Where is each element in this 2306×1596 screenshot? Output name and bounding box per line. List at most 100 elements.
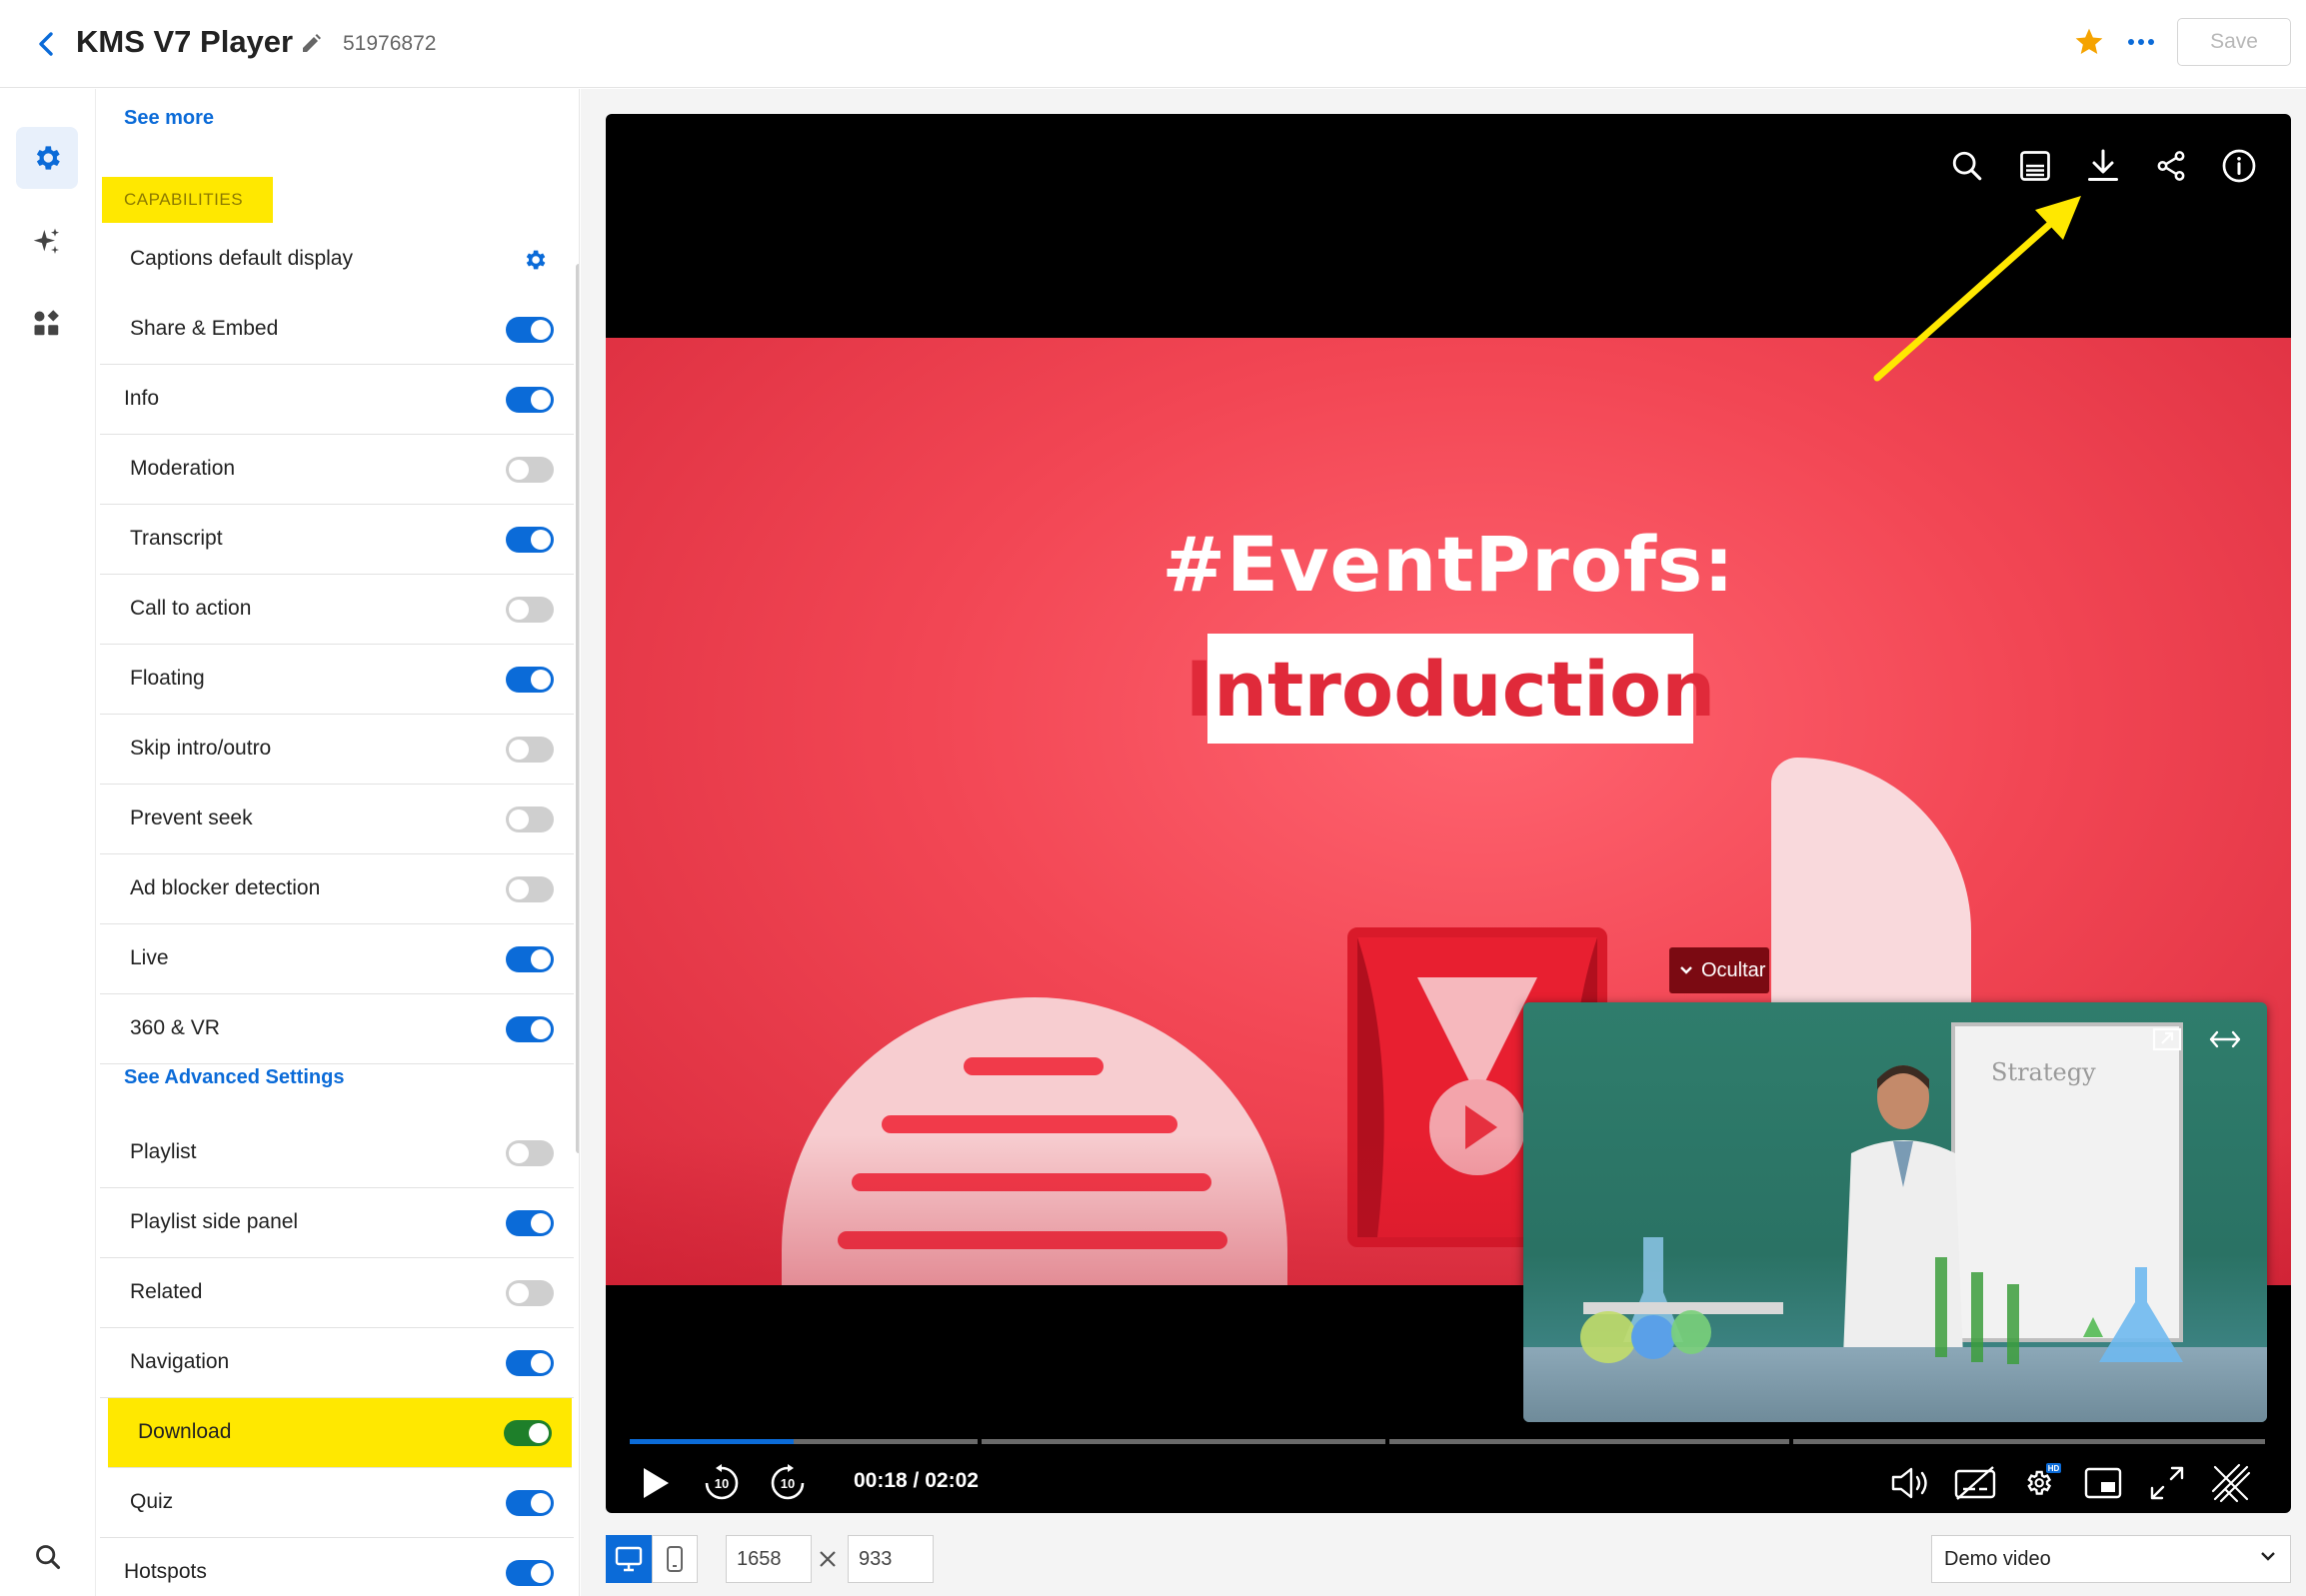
mobile-icon	[667, 1546, 683, 1572]
preview-toolbar: Demo video	[606, 1535, 2291, 1587]
capability-row: Download	[108, 1398, 572, 1468]
capability-toggle[interactable]	[506, 457, 554, 483]
mobile-preview-button[interactable]	[652, 1535, 698, 1583]
rail-search-button[interactable]	[28, 1537, 68, 1577]
capability-label: Download	[138, 1420, 232, 1443]
capability-toggle[interactable]	[506, 387, 554, 413]
rewind-10-button[interactable]: 10	[698, 1459, 746, 1507]
capability-toggle[interactable]	[506, 946, 554, 972]
gear-icon[interactable]	[522, 247, 548, 273]
desktop-preview-button[interactable]	[606, 1535, 652, 1583]
svg-text:10: 10	[781, 1476, 795, 1491]
pip-video[interactable]: Strategy	[1523, 1002, 2267, 1422]
captions-off-icon	[1954, 1466, 1996, 1500]
player-captions-button[interactable]	[2013, 144, 2057, 188]
player-info-button[interactable]	[2217, 144, 2261, 188]
settings-button[interactable]: HD	[2015, 1459, 2063, 1507]
player-share-button[interactable]	[2149, 144, 2193, 188]
desktop-icon	[615, 1546, 643, 1572]
fullscreen-icon	[2150, 1466, 2184, 1500]
search-icon	[1952, 151, 1982, 181]
lab-equipment	[1580, 1237, 2183, 1364]
capability-label: Live	[130, 946, 169, 969]
volume-button[interactable]	[1887, 1459, 1935, 1507]
player-search-button[interactable]	[1945, 144, 1989, 188]
capability-label: Share & Embed	[130, 317, 279, 340]
chevron-down-icon	[2261, 1552, 2275, 1561]
player-download-button[interactable]	[2081, 144, 2125, 188]
capability-label: 360 & VR	[130, 1016, 220, 1039]
capability-toggle[interactable]	[506, 876, 554, 902]
favorite-button[interactable]	[2069, 22, 2109, 62]
swap-icon	[2209, 1030, 2241, 1048]
capability-toggle[interactable]	[504, 1420, 552, 1446]
capability-row: Transcript	[100, 505, 574, 575]
capability-toggle[interactable]	[506, 1490, 554, 1516]
capability-toggle[interactable]	[506, 806, 554, 832]
capability-row: Related	[100, 1258, 574, 1328]
capability-label: Skip intro/outro	[130, 737, 272, 760]
pip-swap-button[interactable]	[2207, 1024, 2243, 1054]
hide-pip-button[interactable]: Ocultar	[1669, 947, 1769, 993]
player-controls: 10 10 00:18 / 02:02 HD	[606, 1453, 2291, 1513]
forward-10-button[interactable]: 10	[764, 1459, 812, 1507]
settings-panel: See more CAPABILITIES Captions default d…	[100, 89, 580, 1596]
back-button[interactable]	[26, 24, 66, 64]
width-input[interactable]	[726, 1535, 812, 1583]
rail-ai-button[interactable]	[16, 211, 78, 273]
capability-toggle[interactable]	[506, 1560, 554, 1586]
capability-toggle[interactable]	[506, 317, 554, 343]
progress-bar[interactable]	[630, 1439, 2265, 1444]
rail-settings-button[interactable]	[16, 127, 78, 189]
capability-toggle[interactable]	[506, 1016, 554, 1042]
see-advanced-settings-link[interactable]: See Advanced Settings	[124, 1066, 344, 1089]
pip-expand-button[interactable]	[2149, 1024, 2185, 1054]
capability-label: Info	[124, 387, 160, 410]
capability-row: Info	[100, 365, 574, 435]
times-icon	[816, 1547, 840, 1571]
fullscreen-button[interactable]	[2143, 1459, 2191, 1507]
play-button[interactable]	[632, 1459, 680, 1507]
capability-label: Quiz	[130, 1490, 174, 1513]
page-title: KMS V7 Player	[76, 24, 294, 59]
rewind-10-icon: 10	[705, 1464, 739, 1500]
capability-row: Live	[100, 924, 574, 994]
capability-label: Ad blocker detection	[130, 876, 321, 899]
panel-scrollbar[interactable]	[576, 264, 579, 1153]
capability-toggle[interactable]	[506, 1350, 554, 1376]
picture-in-picture-button[interactable]	[2079, 1459, 2127, 1507]
chevron-down-icon	[1680, 966, 1692, 974]
more-options-button[interactable]	[2121, 22, 2161, 62]
edit-title-button[interactable]	[295, 26, 329, 60]
captions-toggle-button[interactable]	[1951, 1459, 1999, 1507]
capability-row: Share & Embed	[100, 295, 574, 365]
share-icon	[2157, 151, 2185, 181]
capability-label: Transcript	[130, 527, 223, 550]
capability-toggle[interactable]	[506, 667, 554, 693]
capability-toggle[interactable]	[506, 1280, 554, 1306]
capability-toggle[interactable]	[506, 1210, 554, 1236]
captions-default-row: Captions default display	[100, 225, 574, 295]
player-logo-button[interactable]	[2207, 1459, 2255, 1507]
demo-video-select[interactable]: Demo video	[1931, 1535, 2291, 1583]
svg-text:HD: HD	[2048, 1464, 2060, 1473]
rail-plugins-button[interactable]	[16, 293, 78, 355]
capability-row: 360 & VR	[100, 994, 574, 1064]
forward-10-icon: 10	[771, 1464, 805, 1500]
capability-row: Playlist	[100, 1118, 574, 1188]
height-input[interactable]	[848, 1535, 934, 1583]
capability-toggle[interactable]	[506, 1140, 554, 1166]
more-dots-icon	[2128, 39, 2154, 45]
progress-fill	[630, 1439, 794, 1444]
capability-toggle[interactable]	[506, 527, 554, 553]
capability-row: Hotspots	[100, 1538, 574, 1596]
capability-row: Moderation	[100, 435, 574, 505]
pip-icon	[2084, 1467, 2122, 1499]
capability-toggle[interactable]	[506, 597, 554, 623]
save-button[interactable]: Save	[2177, 18, 2291, 66]
slide-headline: #EventProfs:	[1161, 520, 1735, 609]
info-icon	[2222, 149, 2256, 183]
see-more-link[interactable]: See more	[124, 107, 214, 130]
capability-label: Moderation	[130, 457, 236, 480]
capability-toggle[interactable]	[506, 737, 554, 763]
